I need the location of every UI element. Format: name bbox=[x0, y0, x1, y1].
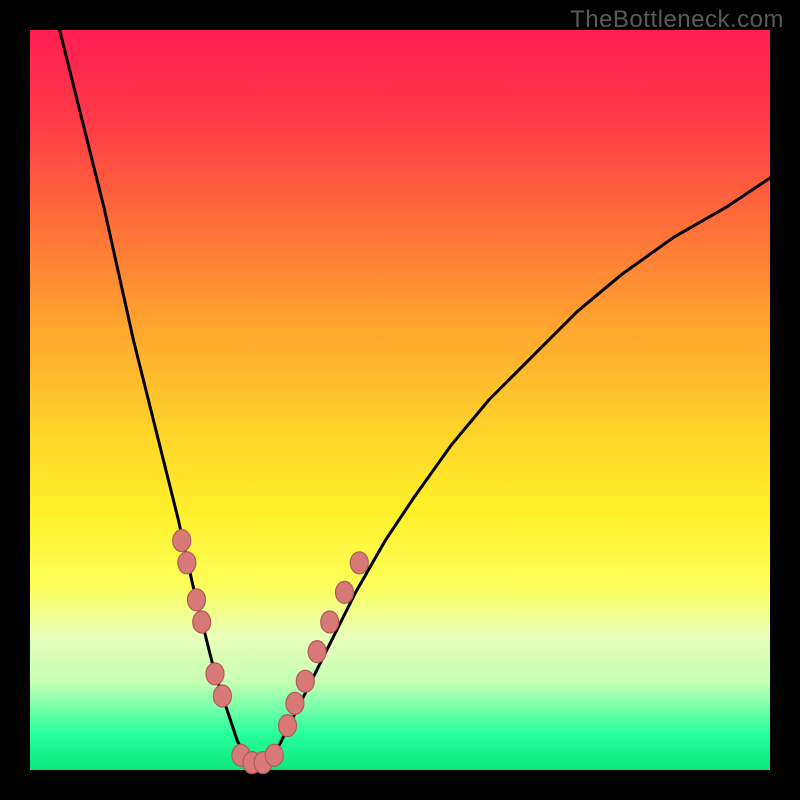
data-marker bbox=[193, 611, 211, 633]
data-marker bbox=[321, 611, 339, 633]
data-marker bbox=[213, 685, 231, 707]
marker-group bbox=[173, 530, 369, 774]
series-left-curve bbox=[60, 30, 249, 763]
data-marker bbox=[173, 530, 191, 552]
chart-frame: TheBottleneck.com bbox=[0, 0, 800, 800]
chart-svg bbox=[30, 30, 770, 770]
data-marker bbox=[206, 663, 224, 685]
data-marker bbox=[350, 552, 368, 574]
data-marker bbox=[308, 641, 326, 663]
data-marker bbox=[286, 692, 304, 714]
series-right-curve bbox=[271, 178, 771, 763]
data-marker bbox=[265, 744, 283, 766]
data-marker bbox=[279, 715, 297, 737]
plot-area bbox=[30, 30, 770, 770]
data-marker bbox=[296, 670, 314, 692]
data-marker bbox=[336, 581, 354, 603]
series-group bbox=[60, 30, 770, 763]
data-marker bbox=[188, 589, 206, 611]
data-marker bbox=[178, 552, 196, 574]
